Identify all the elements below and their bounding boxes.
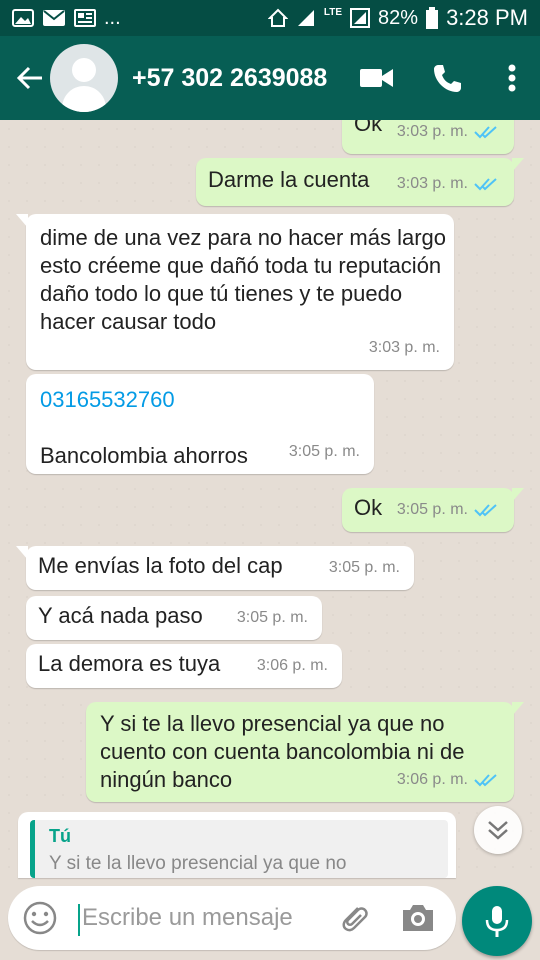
message-bubble-incoming[interactable]: dime de una vez para no hacer más largo …: [16, 214, 454, 370]
signal-icon: [297, 10, 314, 26]
phone-link[interactable]: 03165532760: [40, 386, 360, 414]
composer-bar: [0, 880, 540, 960]
back-arrow-icon[interactable]: [10, 64, 50, 92]
emoji-icon[interactable]: [22, 900, 58, 936]
message-bubble-incoming[interactable]: Me envías la foto del cap 3:05 p. m.: [16, 546, 414, 590]
message-time: 3:03 p. m.: [396, 175, 468, 192]
home-icon: [267, 8, 288, 27]
status-bar: ... LTE 82% 3:28 PM: [0, 0, 540, 36]
message-bubble-incoming[interactable]: 03165532760 Bancolombia ahorros 3:05 p. …: [26, 374, 374, 474]
quoted-reply-message[interactable]: Tú Y si te la llevo presencial ya que no: [18, 812, 456, 878]
reply-text: Y si te la llevo presencial ya que no: [49, 853, 347, 874]
signal-bars-icon: [350, 8, 371, 28]
clock: 3:28 PM: [446, 5, 528, 30]
camera-icon[interactable]: [400, 902, 436, 934]
mic-icon: [485, 906, 509, 937]
chat-header: +57 302 2639088: [0, 36, 540, 120]
message-bubble-outgoing[interactable]: Ok 3:05 p. m.: [342, 488, 524, 532]
status-more: ...: [104, 6, 121, 29]
message-time: 3:03 p. m.: [368, 339, 440, 356]
network-label: LTE: [323, 7, 343, 18]
battery-percent: 82%: [378, 6, 419, 29]
message-text: Me envías la foto del cap: [38, 553, 283, 578]
video-call-button[interactable]: [352, 53, 402, 103]
message-text: Darme la cuenta: [208, 167, 370, 192]
more-options-button[interactable]: [492, 53, 532, 103]
message-input[interactable]: [82, 900, 332, 936]
mic-button[interactable]: [462, 886, 532, 956]
quoted-reply: Tú Y si te la llevo presencial ya que no: [30, 820, 448, 878]
mail-icon: [43, 10, 65, 26]
message-bubble-outgoing[interactable]: Y si te la llevo presencial ya que no cu…: [86, 702, 524, 802]
image-icon: [12, 9, 34, 27]
double-chevron-down-icon: [488, 821, 508, 840]
scroll-to-bottom-button[interactable]: [474, 806, 522, 854]
message-text: Ok: [354, 495, 383, 520]
message-bubble-incoming[interactable]: La demora es tuya 3:06 p. m.: [26, 644, 342, 688]
message-time: 3:05 p. m.: [288, 443, 360, 460]
message-bubble-outgoing[interactable]: Ok 3:03 p. m.: [342, 120, 514, 154]
message-bubble-outgoing[interactable]: Darme la cuenta 3:03 p. m.: [196, 158, 524, 206]
message-bubble-incoming[interactable]: Y acá nada paso 3:05 p. m.: [26, 596, 322, 640]
message-time: 3:05 p. m.: [328, 559, 400, 576]
message-time: 3:05 p. m.: [236, 609, 308, 626]
message-text: Y acá nada paso: [38, 603, 203, 628]
message-text: Ok: [354, 120, 383, 136]
composer-pill: [8, 886, 456, 950]
attach-icon[interactable]: [336, 900, 372, 936]
reply-author: Tú: [49, 826, 71, 846]
avatar[interactable]: [50, 44, 118, 112]
news-icon: [74, 9, 96, 27]
voice-call-button[interactable]: [422, 53, 472, 103]
message-text: La demora es tuya: [38, 651, 221, 676]
chat-area[interactable]: Ok 3:03 p. m. Darme la cuenta 3:03 p. m.…: [0, 120, 540, 880]
read-ticks-icon: [474, 774, 497, 787]
message-text: dime de una vez para no hacer más largo …: [40, 225, 447, 334]
message-time: 3:03 p. m.: [396, 123, 468, 140]
battery-icon: [426, 7, 439, 29]
video-call-icon: [360, 69, 393, 87]
read-ticks-icon: [474, 178, 497, 191]
message-time: 3:06 p. m.: [396, 771, 468, 788]
contact-name[interactable]: +57 302 2639088: [132, 64, 352, 93]
text-caret: [78, 904, 80, 936]
message-time: 3:06 p. m.: [256, 657, 328, 674]
phone-icon: [434, 65, 461, 92]
read-ticks-icon: [474, 126, 497, 139]
read-ticks-icon: [474, 504, 497, 517]
message-time: 3:05 p. m.: [396, 501, 468, 518]
more-vert-icon: [508, 64, 516, 92]
